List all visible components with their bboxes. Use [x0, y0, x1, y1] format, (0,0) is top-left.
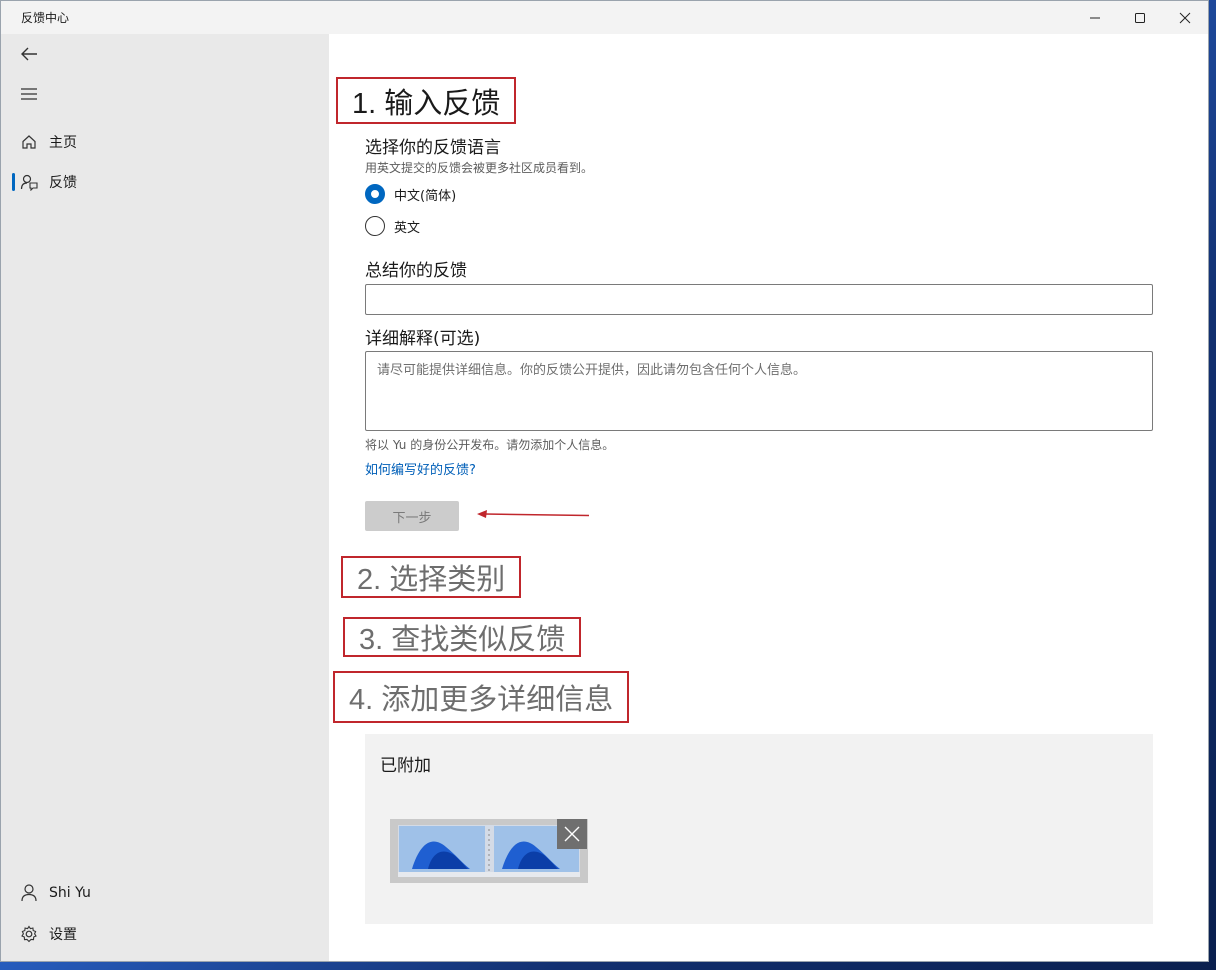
step-1-header: 1. 输入反馈	[336, 77, 517, 124]
summary-input[interactable]	[365, 284, 1153, 315]
main-content: 1. 输入反馈 选择你的反馈语言 用英文提交的反馈会被更多社区成员看到。 中文(…	[329, 34, 1208, 961]
annotation-arrow	[477, 510, 590, 518]
home-icon	[19, 132, 39, 152]
summary-heading: 总结你的反馈	[365, 261, 467, 281]
language-heading: 选择你的反馈语言	[365, 138, 501, 158]
sidebar-item-label: 主页	[49, 135, 77, 151]
minimize-button[interactable]	[1072, 1, 1118, 34]
window-title: 反馈中心	[21, 11, 70, 25]
sidebar-item-label: 反馈	[49, 175, 77, 191]
navigation-pane: 主页 反馈 Shi Yu 设置	[1, 34, 329, 961]
remove-attachment-button[interactable]	[557, 819, 587, 849]
maximize-button[interactable]	[1117, 1, 1163, 34]
minimize-icon	[1090, 17, 1100, 18]
attachments-panel: 已附加	[365, 734, 1153, 924]
publish-note: 将以 Yu 的身份公开发布。请勿添加个人信息。	[365, 438, 615, 452]
screenshot-preview-image	[398, 825, 580, 877]
back-button[interactable]	[11, 36, 47, 72]
step-4-header[interactable]: 4. 添加更多详细信息	[333, 671, 630, 723]
sidebar-item-feedback[interactable]: 反馈	[9, 164, 321, 200]
step-3-header[interactable]: 3. 查找类似反馈	[343, 617, 582, 657]
feedback-hub-window: 反馈中心 主页 反馈 Shi Yu 设置 1. 输入反馈 选择你的反馈语言 用英…	[0, 0, 1209, 962]
language-hint: 用英文提交的反馈会被更多社区成员看到。	[365, 161, 594, 175]
help-writing-feedback-link[interactable]: 如何编写好的反馈?	[365, 459, 476, 478]
settings-item[interactable]: 设置	[9, 916, 321, 952]
radio-selected-indicator	[365, 184, 385, 204]
radio-english[interactable]: 英文	[365, 216, 420, 236]
title-bar: 反馈中心	[1, 1, 1208, 34]
gear-icon	[19, 924, 39, 944]
user-name: Shi Yu	[49, 885, 91, 901]
attachment-thumbnail[interactable]	[390, 819, 588, 883]
feedback-icon	[19, 172, 39, 192]
radio-chinese-simplified[interactable]: 中文(简体)	[365, 184, 456, 204]
hamburger-icon	[21, 88, 37, 100]
settings-label: 设置	[49, 927, 77, 943]
details-textarea[interactable]: 请尽可能提供详细信息。你的反馈公开提供，因此请勿包含任何个人信息。	[365, 351, 1153, 431]
close-icon	[564, 826, 580, 842]
back-arrow-icon	[21, 47, 37, 61]
details-heading: 详细解释(可选)	[365, 329, 481, 349]
person-icon	[19, 883, 39, 903]
next-button[interactable]: 下一步	[365, 501, 459, 531]
menu-button[interactable]	[11, 76, 47, 112]
sidebar-item-home[interactable]: 主页	[9, 124, 321, 160]
close-icon	[1179, 12, 1191, 23]
radio-unselected-indicator	[365, 216, 385, 236]
maximize-icon	[1135, 12, 1145, 23]
attachments-heading: 已附加	[380, 756, 431, 776]
close-window-button[interactable]	[1162, 1, 1208, 34]
step-2-header[interactable]: 2. 选择类别	[341, 556, 522, 598]
user-account-item[interactable]: Shi Yu	[9, 875, 321, 911]
